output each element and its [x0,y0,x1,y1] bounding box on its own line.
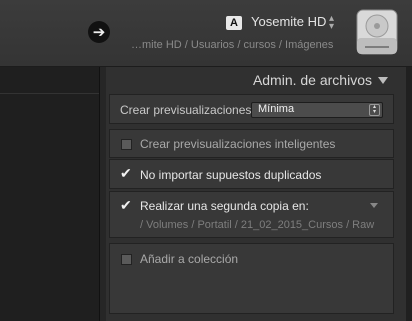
file-handling-panel: Admin. de archivos Crear previsualizacio… [106,67,406,321]
no-duplicates-row: ✔ No importar supuestos duplicados [109,159,394,189]
previews-label: Crear previsualizaciones [120,103,252,117]
smart-previews-label: Crear previsualizaciones inteligentes [140,137,336,151]
add-collection-checkbox[interactable] [121,254,132,265]
previews-selected-value: Mínima [258,103,295,115]
second-copy-label: Realizar una segunda copia en: [140,199,309,213]
add-collection-row: Añadir a colección [109,243,394,314]
add-collection-label: Añadir a colección [140,252,239,266]
drive-name[interactable]: Yosemite HD [251,14,326,29]
collapse-triangle-icon[interactable] [378,77,388,84]
drive-letter-badge: A [226,16,242,30]
section-title[interactable]: Admin. de archivos [253,72,372,88]
checkmark-icon[interactable]: ✔ [120,198,132,212]
no-duplicates-label: No importar supuestos duplicados [140,168,322,182]
arrow-right-icon[interactable]: ➔ [88,21,110,43]
checkmark-icon[interactable]: ✔ [120,166,132,180]
hard-drive-icon [356,9,398,55]
smart-previews-checkbox[interactable] [121,139,132,150]
smart-previews-row: Crear previsualizaciones inteligentes [109,129,394,158]
destination-path[interactable]: …mite HD / Usuarios / cursos / Imágenes [131,39,333,51]
left-panel [0,67,100,321]
divider [0,93,99,94]
second-copy-row: ✔ Realizar una segunda copia en: / Volum… [109,191,394,238]
second-copy-path[interactable]: / Volumes / Portatil / 21_02_2015_Cursos… [140,219,374,231]
select-stepper-icon: ▴ ▾ [369,104,380,116]
previews-select[interactable]: Mínima ▴ ▾ [251,102,383,118]
drive-chevron-icon[interactable]: ▴ ▾ [329,14,334,32]
destination-header: ➔ A Yosemite HD ▴ ▾ …mite HD / Usuarios /… [0,0,412,67]
previews-row: Crear previsualizaciones Mínima ▴ ▾ [109,94,394,124]
second-copy-dropdown-icon[interactable] [370,203,378,208]
scrollbar[interactable] [406,67,412,321]
